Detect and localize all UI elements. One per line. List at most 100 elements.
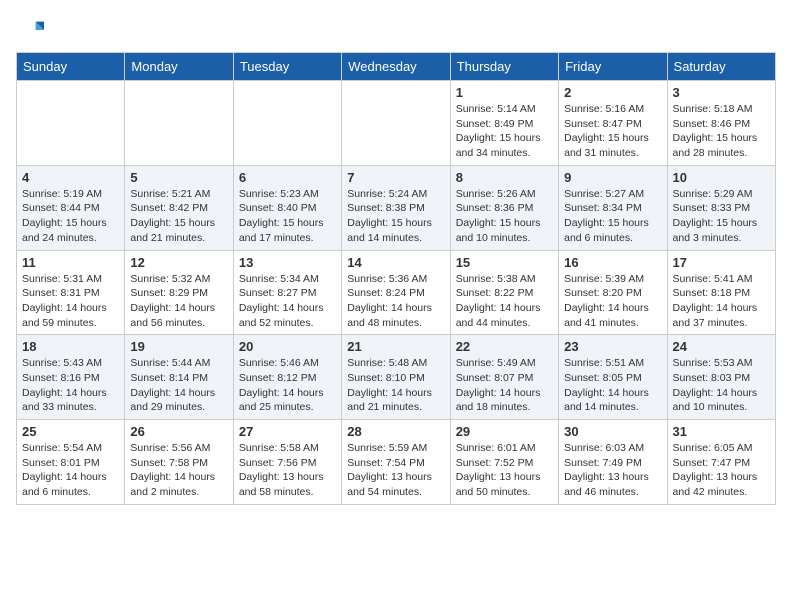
day-number: 6 <box>239 170 336 185</box>
day-number: 7 <box>347 170 444 185</box>
day-number: 18 <box>22 339 119 354</box>
day-number: 28 <box>347 424 444 439</box>
calendar-cell: 23 Sunrise: 5:51 AM Sunset: 8:05 PM Dayli… <box>559 335 667 420</box>
day-number: 22 <box>456 339 553 354</box>
day-number: 25 <box>22 424 119 439</box>
day-info: Sunrise: 5:44 AM Sunset: 8:14 PM Dayligh… <box>130 356 227 415</box>
day-info: Sunrise: 5:16 AM Sunset: 8:47 PM Dayligh… <box>564 102 661 161</box>
calendar-cell <box>17 81 125 166</box>
calendar-cell: 15 Sunrise: 5:38 AM Sunset: 8:22 PM Dayli… <box>450 250 558 335</box>
calendar-cell: 27 Sunrise: 5:58 AM Sunset: 7:56 PM Dayli… <box>233 420 341 505</box>
calendar-cell <box>233 81 341 166</box>
day-info: Sunrise: 5:21 AM Sunset: 8:42 PM Dayligh… <box>130 187 227 246</box>
day-info: Sunrise: 5:18 AM Sunset: 8:46 PM Dayligh… <box>673 102 770 161</box>
day-number: 14 <box>347 255 444 270</box>
calendar-cell: 22Sunrise: 5:49 AM Sunset: 8:07 PM Dayli… <box>450 335 558 420</box>
day-info: Sunrise: 5:14 AM Sunset: 8:49 PM Dayligh… <box>456 102 553 161</box>
day-info: Sunrise: 5:58 AM Sunset: 7:56 PM Dayligh… <box>239 441 336 500</box>
day-info: Sunrise: 5:26 AM Sunset: 8:36 PM Dayligh… <box>456 187 553 246</box>
day-number: 2 <box>564 85 661 100</box>
day-number: 29 <box>456 424 553 439</box>
day-info: Sunrise: 5:54 AM Sunset: 8:01 PM Dayligh… <box>22 441 119 500</box>
calendar-cell: 3 Sunrise: 5:18 AM Sunset: 8:46 PM Daylig… <box>667 81 775 166</box>
calendar-cell: 20 Sunrise: 5:46 AM Sunset: 8:12 PM Dayli… <box>233 335 341 420</box>
day-number: 23 <box>564 339 661 354</box>
day-number: 27 <box>239 424 336 439</box>
day-of-week-header: Wednesday <box>342 53 450 81</box>
day-number: 8 <box>456 170 553 185</box>
day-info: Sunrise: 5:46 AM Sunset: 8:12 PM Dayligh… <box>239 356 336 415</box>
calendar-cell: 25 Sunrise: 5:54 AM Sunset: 8:01 PM Dayli… <box>17 420 125 505</box>
calendar-cell: 9Sunrise: 5:27 AM Sunset: 8:34 PM Daylig… <box>559 165 667 250</box>
day-info: Sunrise: 5:59 AM Sunset: 7:54 PM Dayligh… <box>347 441 444 500</box>
day-info: Sunrise: 5:51 AM Sunset: 8:05 PM Dayligh… <box>564 356 661 415</box>
day-number: 20 <box>239 339 336 354</box>
day-info: Sunrise: 5:48 AM Sunset: 8:10 PM Dayligh… <box>347 356 444 415</box>
day-of-week-header: Tuesday <box>233 53 341 81</box>
calendar-cell: 31 Sunrise: 6:05 AM Sunset: 7:47 PM Dayli… <box>667 420 775 505</box>
day-of-week-header: Saturday <box>667 53 775 81</box>
calendar-cell: 26Sunrise: 5:56 AM Sunset: 7:58 PM Dayli… <box>125 420 233 505</box>
calendar-cell: 11 Sunrise: 5:31 AM Sunset: 8:31 PM Dayli… <box>17 250 125 335</box>
calendar-cell: 16 Sunrise: 5:39 AM Sunset: 8:20 PM Dayli… <box>559 250 667 335</box>
day-number: 21 <box>347 339 444 354</box>
day-info: Sunrise: 6:03 AM Sunset: 7:49 PM Dayligh… <box>564 441 661 500</box>
day-info: Sunrise: 5:32 AM Sunset: 8:29 PM Dayligh… <box>130 272 227 331</box>
day-number: 16 <box>564 255 661 270</box>
day-info: Sunrise: 6:05 AM Sunset: 7:47 PM Dayligh… <box>673 441 770 500</box>
calendar-cell: 2 Sunrise: 5:16 AM Sunset: 8:47 PM Daylig… <box>559 81 667 166</box>
day-number: 10 <box>673 170 770 185</box>
calendar-cell: 10 Sunrise: 5:29 AM Sunset: 8:33 PM Dayli… <box>667 165 775 250</box>
day-number: 19 <box>130 339 227 354</box>
calendar-week-row: 1Sunrise: 5:14 AM Sunset: 8:49 PM Daylig… <box>17 81 776 166</box>
calendar-cell: 6 Sunrise: 5:23 AM Sunset: 8:40 PM Daylig… <box>233 165 341 250</box>
page-header <box>16 16 776 44</box>
calendar-cell: 13 Sunrise: 5:34 AM Sunset: 8:27 PM Dayli… <box>233 250 341 335</box>
calendar-week-row: 18 Sunrise: 5:43 AM Sunset: 8:16 PM Dayli… <box>17 335 776 420</box>
calendar-cell <box>125 81 233 166</box>
day-info: Sunrise: 5:41 AM Sunset: 8:18 PM Dayligh… <box>673 272 770 331</box>
logo-icon <box>16 16 44 44</box>
day-number: 11 <box>22 255 119 270</box>
day-number: 15 <box>456 255 553 270</box>
day-number: 12 <box>130 255 227 270</box>
day-info: Sunrise: 5:56 AM Sunset: 7:58 PM Dayligh… <box>130 441 227 500</box>
day-info: Sunrise: 5:24 AM Sunset: 8:38 PM Dayligh… <box>347 187 444 246</box>
calendar-week-row: 11 Sunrise: 5:31 AM Sunset: 8:31 PM Dayli… <box>17 250 776 335</box>
day-number: 31 <box>673 424 770 439</box>
day-info: Sunrise: 5:39 AM Sunset: 8:20 PM Dayligh… <box>564 272 661 331</box>
day-info: Sunrise: 5:31 AM Sunset: 8:31 PM Dayligh… <box>22 272 119 331</box>
calendar-table: SundayMondayTuesdayWednesdayThursdayFrid… <box>16 52 776 505</box>
calendar-cell: 12 Sunrise: 5:32 AM Sunset: 8:29 PM Dayli… <box>125 250 233 335</box>
day-info: Sunrise: 5:53 AM Sunset: 8:03 PM Dayligh… <box>673 356 770 415</box>
day-number: 3 <box>673 85 770 100</box>
calendar-cell: 29Sunrise: 6:01 AM Sunset: 7:52 PM Dayli… <box>450 420 558 505</box>
day-of-week-header: Monday <box>125 53 233 81</box>
calendar-cell: 14Sunrise: 5:36 AM Sunset: 8:24 PM Dayli… <box>342 250 450 335</box>
calendar-cell: 28 Sunrise: 5:59 AM Sunset: 7:54 PM Dayli… <box>342 420 450 505</box>
calendar-week-row: 4Sunrise: 5:19 AM Sunset: 8:44 PM Daylig… <box>17 165 776 250</box>
day-info: Sunrise: 5:34 AM Sunset: 8:27 PM Dayligh… <box>239 272 336 331</box>
logo <box>16 16 48 44</box>
calendar-cell: 19 Sunrise: 5:44 AM Sunset: 8:14 PM Dayli… <box>125 335 233 420</box>
calendar-cell: 30 Sunrise: 6:03 AM Sunset: 7:49 PM Dayli… <box>559 420 667 505</box>
calendar-cell: 5Sunrise: 5:21 AM Sunset: 8:42 PM Daylig… <box>125 165 233 250</box>
calendar-cell <box>342 81 450 166</box>
calendar-header-row: SundayMondayTuesdayWednesdayThursdayFrid… <box>17 53 776 81</box>
calendar-cell: 7 Sunrise: 5:24 AM Sunset: 8:38 PM Daylig… <box>342 165 450 250</box>
day-number: 13 <box>239 255 336 270</box>
day-number: 30 <box>564 424 661 439</box>
day-info: Sunrise: 5:19 AM Sunset: 8:44 PM Dayligh… <box>22 187 119 246</box>
day-number: 24 <box>673 339 770 354</box>
calendar-cell: 24 Sunrise: 5:53 AM Sunset: 8:03 PM Dayli… <box>667 335 775 420</box>
calendar-cell: 4Sunrise: 5:19 AM Sunset: 8:44 PM Daylig… <box>17 165 125 250</box>
day-info: Sunrise: 5:38 AM Sunset: 8:22 PM Dayligh… <box>456 272 553 331</box>
day-number: 9 <box>564 170 661 185</box>
calendar-week-row: 25 Sunrise: 5:54 AM Sunset: 8:01 PM Dayli… <box>17 420 776 505</box>
calendar-cell: 1Sunrise: 5:14 AM Sunset: 8:49 PM Daylig… <box>450 81 558 166</box>
day-info: Sunrise: 5:23 AM Sunset: 8:40 PM Dayligh… <box>239 187 336 246</box>
day-number: 17 <box>673 255 770 270</box>
day-info: Sunrise: 5:29 AM Sunset: 8:33 PM Dayligh… <box>673 187 770 246</box>
day-of-week-header: Sunday <box>17 53 125 81</box>
day-info: Sunrise: 5:43 AM Sunset: 8:16 PM Dayligh… <box>22 356 119 415</box>
